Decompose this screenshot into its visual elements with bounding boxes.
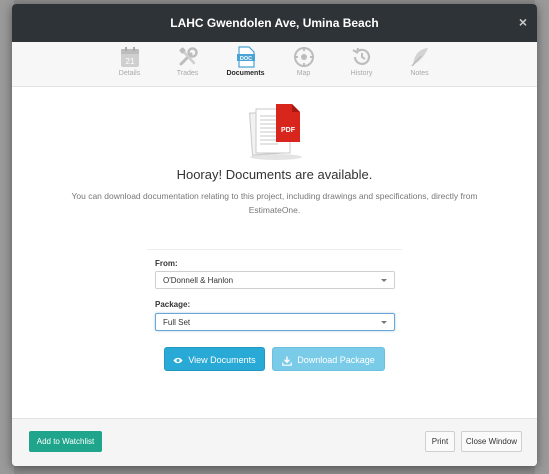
documents-panel: PDF Hooray! Documents are available. You… <box>12 87 537 420</box>
tab-trades[interactable]: Trades <box>159 42 217 77</box>
chevron-down-icon <box>381 321 387 324</box>
background-page-right <box>535 0 549 474</box>
tab-label: Map <box>296 70 311 77</box>
view-documents-button[interactable]: View Documents <box>164 347 265 371</box>
download-package-label: Download Package <box>297 355 375 365</box>
document-icon: DOC <box>236 46 255 68</box>
close-window-button[interactable]: Close Window <box>461 431 522 452</box>
svg-text:PDF: PDF <box>281 127 296 134</box>
from-label: From: <box>155 259 178 268</box>
tab-map[interactable]: Map <box>275 42 333 77</box>
history-icon <box>351 47 370 65</box>
svg-text:21: 21 <box>125 57 134 66</box>
package-label: Package: <box>155 300 191 309</box>
from-select-value: O'Donnell & Hanlon <box>163 276 234 285</box>
headline: Hooray! Documents are available. <box>176 167 373 182</box>
tab-documents[interactable]: DOC Documents <box>217 42 275 77</box>
calendar-icon: 21 <box>120 47 139 67</box>
download-icon <box>282 356 293 366</box>
from-select[interactable]: O'Donnell & Hanlon <box>155 271 395 289</box>
description: You can download documentation relating … <box>71 191 478 215</box>
feather-icon <box>410 48 428 67</box>
project-modal: LAHC Gwendolen Ave, Umina Beach × 21 Det… <box>12 4 537 466</box>
download-package-button[interactable]: Download Package <box>272 347 385 371</box>
tab-label: Details <box>118 70 141 77</box>
add-to-watchlist-button[interactable]: Add to Watchlist <box>29 431 102 452</box>
tab-bar: 21 Details Trades DOC Documents Map Hist… <box>12 42 537 87</box>
map-icon <box>293 47 314 67</box>
tab-history[interactable]: History <box>333 42 391 77</box>
package-select[interactable]: Full Set <box>155 313 395 331</box>
tab-label: Notes <box>410 70 429 77</box>
tools-icon <box>178 47 198 66</box>
print-button[interactable]: Print <box>425 431 455 452</box>
modal-header: LAHC Gwendolen Ave, Umina Beach × <box>12 4 537 42</box>
tab-label: Trades <box>176 70 199 77</box>
documents-illustration: PDF <box>249 104 302 160</box>
package-select-value: Full Set <box>163 318 191 327</box>
modal-footer: Add to Watchlist Print Close Window <box>12 418 537 466</box>
divider <box>147 249 402 250</box>
view-documents-label: View Documents <box>188 355 256 365</box>
chevron-down-icon <box>381 279 387 282</box>
modal-title: LAHC Gwendolen Ave, Umina Beach <box>170 16 379 30</box>
close-icon[interactable]: × <box>519 4 527 40</box>
eye-icon <box>173 357 183 364</box>
tab-details[interactable]: 21 Details <box>101 42 159 77</box>
tab-label: History <box>350 70 373 77</box>
tab-notes[interactable]: Notes <box>391 42 449 77</box>
tab-label: Documents <box>226 70 265 77</box>
svg-text:DOC: DOC <box>239 56 251 62</box>
